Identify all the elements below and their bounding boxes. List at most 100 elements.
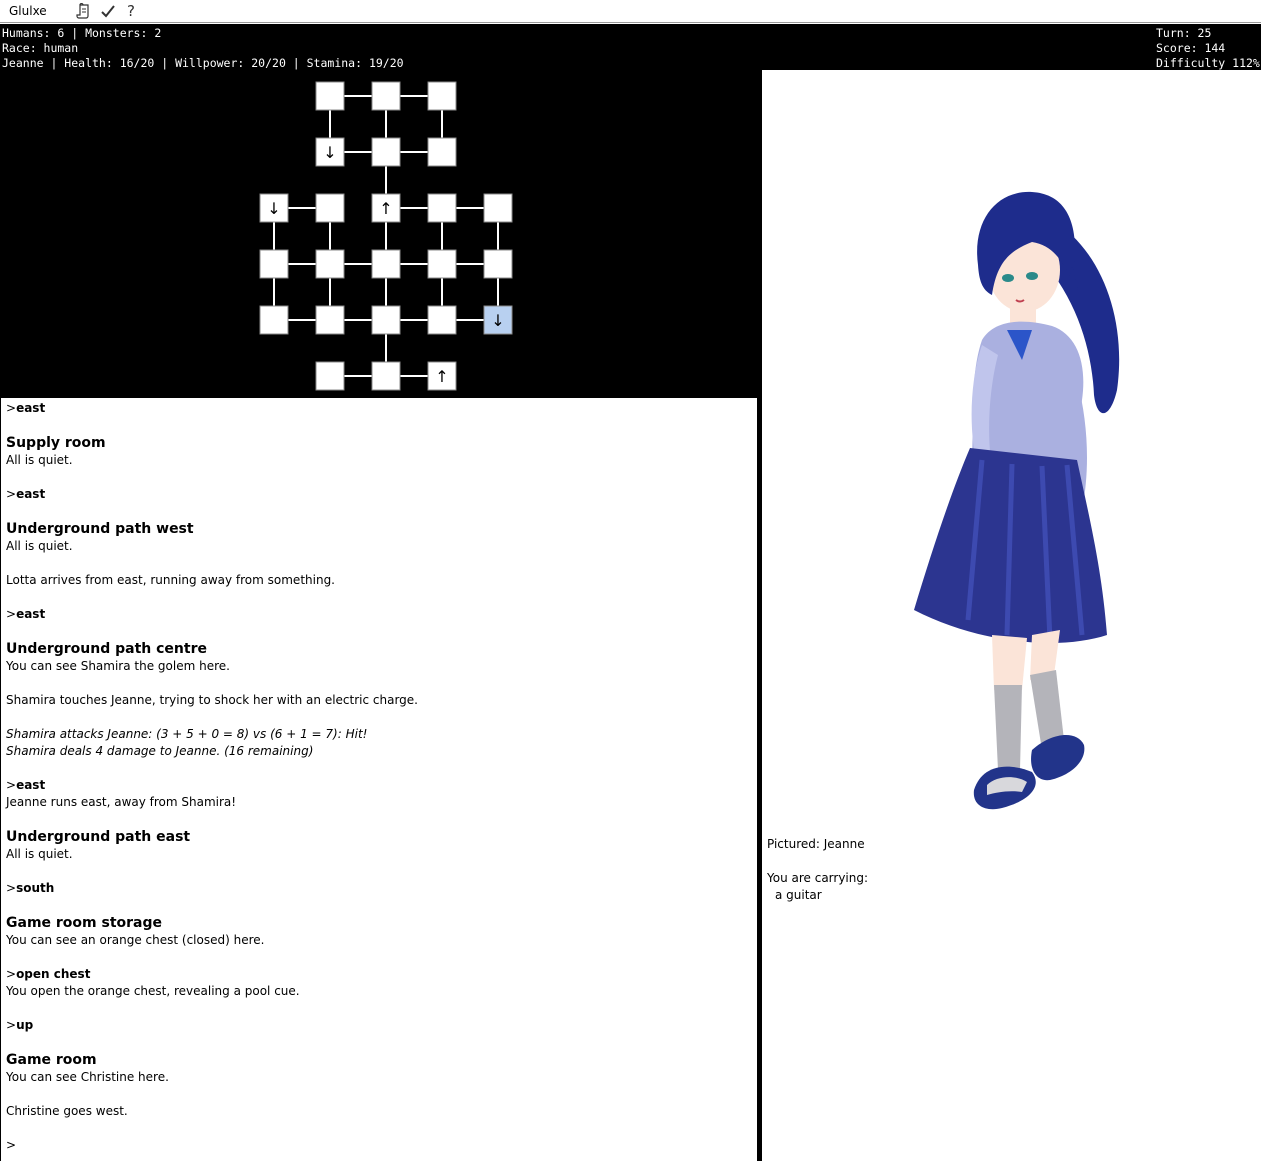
room-title: Game room (6, 1052, 97, 1068)
map-room (371, 249, 401, 279)
portrait-eye (1002, 274, 1014, 282)
portrait-eye (1026, 272, 1038, 280)
character-portrait (914, 191, 1120, 810)
map-room (315, 361, 345, 391)
command-line: >up (6, 1018, 34, 1032)
check-icon[interactable] (99, 2, 117, 20)
story-text: Jeanne runs east, away from Shamira! (6, 795, 237, 809)
portrait-sock (994, 685, 1022, 770)
room-title: Underground path centre (6, 641, 207, 657)
map-room-box (371, 361, 401, 391)
map-room (315, 193, 345, 223)
map-room-box (483, 193, 513, 223)
command-line: >open chest (6, 967, 91, 981)
app-title: Glulxe (9, 4, 47, 18)
map-room (371, 305, 401, 335)
map-room-box (427, 137, 457, 167)
room-title: Underground path east (6, 829, 191, 845)
story-text: Lotta arrives from east, running away fr… (6, 573, 335, 587)
map-room: ↑ (427, 361, 457, 391)
map-room (427, 137, 457, 167)
story-text: Shamira touches Jeanne, trying to shock … (6, 693, 418, 707)
map-room (483, 193, 513, 223)
status-left: Humans: 6 | Monsters: 2 Race: human Jeanne… (2, 26, 404, 71)
map-room-box (371, 81, 401, 111)
map-room (259, 249, 289, 279)
status-stats: Jeanne | Health: 16/20 | Willpower: 20/2… (2, 56, 404, 70)
map-room (427, 81, 457, 111)
command-line: >east (6, 487, 46, 501)
map-room-box (371, 305, 401, 335)
arrow-down-icon: ↓ (323, 143, 336, 162)
map-room (371, 137, 401, 167)
status-score: Score: 144 (1156, 41, 1226, 55)
map-room-box (315, 249, 345, 279)
arrow-up-icon: ↑ (435, 367, 448, 386)
map-graph: ↓ ↓ ↑ ↓ ↑ (259, 81, 513, 391)
menu-bar: Glulxe ? (0, 0, 1261, 23)
status-right: Turn: 25 Score: 144 Difficulty 112% (1156, 26, 1260, 71)
map-room-box (315, 305, 345, 335)
map-room (427, 305, 457, 335)
picture-caption: Pictured: Jeanne You are carrying: a gui… (767, 836, 868, 904)
pictured-label: Pictured: Jeanne (767, 837, 865, 851)
arrow-up-icon: ↑ (379, 199, 392, 218)
map-room (371, 81, 401, 111)
room-title: Underground path west (6, 521, 194, 537)
map-room (427, 193, 457, 223)
picture-pane: Pictured: Jeanne You are carrying: a gui… (762, 70, 1261, 1161)
map-room-box (371, 249, 401, 279)
combat-text: Shamira deals 4 damage to Jeanne. (16 re… (6, 744, 314, 758)
help-icon[interactable]: ? (122, 2, 140, 20)
portrait-shoe (1031, 734, 1085, 781)
story-window[interactable]: >east Supply room All is quiet. >east Un… (0, 398, 757, 1161)
map-room-box (315, 361, 345, 391)
map-room-current: ↓ (483, 305, 513, 335)
status-humans-monsters: Humans: 6 | Monsters: 2 (2, 26, 162, 40)
story-text: You can see Shamira the golem here. (6, 659, 230, 673)
map-room: ↑ (371, 193, 401, 223)
map-room (483, 249, 513, 279)
inventory-heading: You are carrying: (767, 871, 869, 885)
arrow-down-icon: ↓ (491, 311, 504, 330)
map-room-box (427, 249, 457, 279)
command-line: >east (6, 401, 46, 415)
command-line: >east (6, 607, 46, 621)
script-icon[interactable] (75, 2, 93, 20)
story-text: All is quiet. (6, 847, 73, 861)
map-room-box (315, 193, 345, 223)
map-room-box (259, 249, 289, 279)
story-text: All is quiet. (6, 539, 73, 553)
map-room (371, 361, 401, 391)
story-text: You can see an orange chest (closed) her… (6, 933, 265, 947)
command-input-line[interactable]: > (6, 1137, 757, 1154)
map-room (315, 81, 345, 111)
map-panel: ↓ ↓ ↑ ↓ ↑ (0, 70, 762, 398)
map-room-box (259, 305, 289, 335)
status-difficulty: Difficulty 112% (1156, 56, 1260, 70)
map-room-box (371, 137, 401, 167)
story-text: Christine goes west. (6, 1104, 128, 1118)
map-room-box (427, 305, 457, 335)
status-turn: Turn: 25 (1156, 26, 1212, 40)
status-race: Race: human (2, 41, 79, 55)
portrait-leg (992, 635, 1027, 690)
map-room (315, 305, 345, 335)
map-room (315, 249, 345, 279)
arrow-down-icon: ↓ (267, 199, 280, 218)
inventory-item: a guitar (775, 888, 822, 902)
map-room (427, 249, 457, 279)
room-title: Supply room (6, 435, 106, 451)
room-title: Game room storage (6, 915, 163, 931)
command-line: >south (6, 881, 55, 895)
story-text: All is quiet. (6, 453, 73, 467)
command-line: >east (6, 778, 46, 792)
map-room-box (427, 81, 457, 111)
story-text: You open the orange chest, revealing a p… (6, 984, 300, 998)
map-room (259, 305, 289, 335)
map-room-box (315, 81, 345, 111)
status-bar: Humans: 6 | Monsters: 2 Race: human Jeanne… (0, 24, 1261, 70)
map-room: ↓ (259, 193, 289, 223)
map-room: ↓ (315, 137, 345, 167)
input-prompt: > (6, 1138, 17, 1152)
